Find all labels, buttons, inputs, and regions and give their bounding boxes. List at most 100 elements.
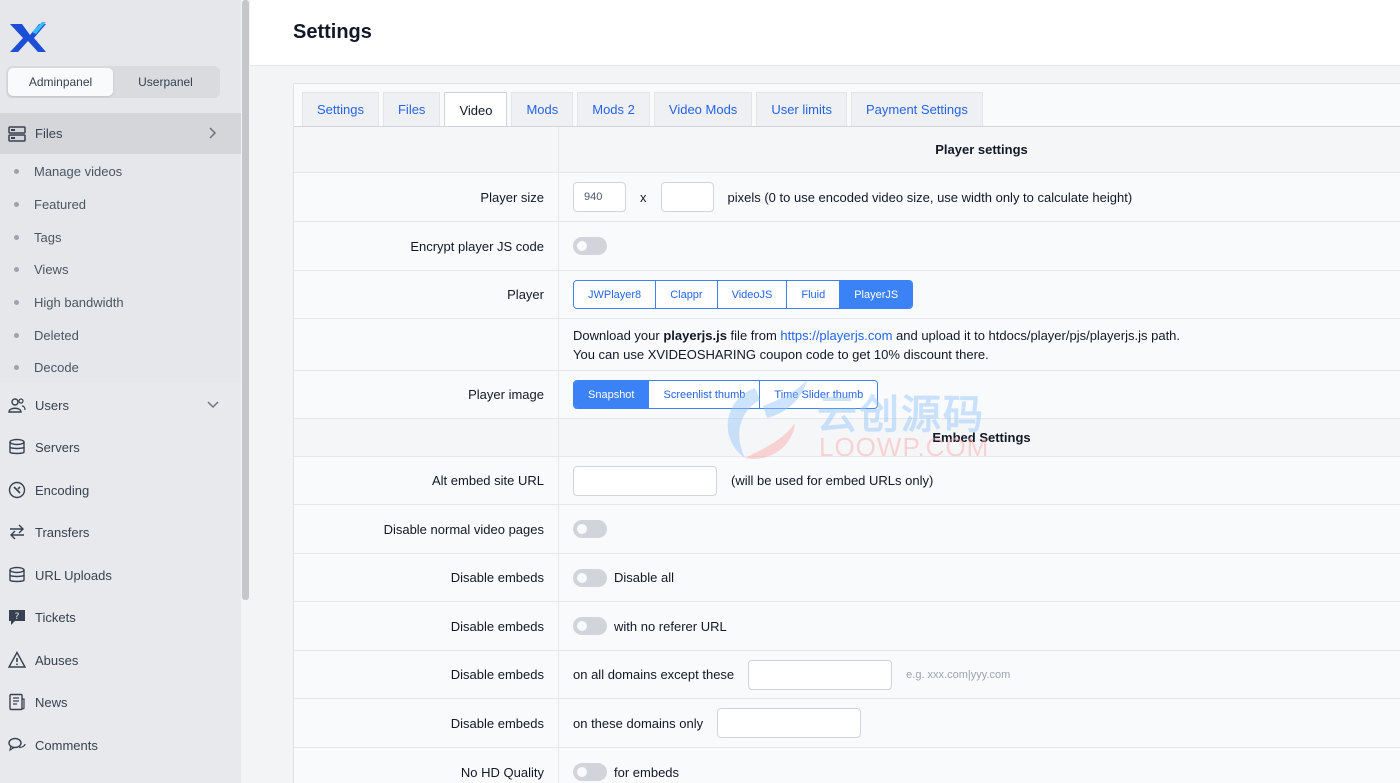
sidebar-scrollbar[interactable] xyxy=(241,0,250,783)
tab-video-mods[interactable]: Video Mods xyxy=(653,92,753,126)
settings-card: Settings Files Video Mods Mods 2 Video M… xyxy=(293,83,1400,783)
sidebar-item-label: Tickets xyxy=(35,609,76,625)
submenu-label: Tags xyxy=(34,229,62,245)
tab-user-limits[interactable]: User limits xyxy=(756,92,847,126)
submenu-item-manage-videos[interactable]: Manage videos xyxy=(0,155,241,187)
sidebar-item-url-uploads[interactable]: URL Uploads xyxy=(0,555,241,595)
submenu-item-views[interactable]: Views xyxy=(0,253,241,285)
files-submenu: Manage videos Featured Tags Views High b… xyxy=(0,154,241,383)
row-label: Encrypt player JS code xyxy=(294,222,559,270)
player-option-videojs[interactable]: VideoJS xyxy=(717,281,788,308)
svg-text:?: ? xyxy=(15,612,20,622)
player-option-jwplayer8[interactable]: JWPlayer8 xyxy=(574,281,657,308)
row-value xyxy=(573,222,607,270)
row-value: JWPlayer8 Clappr VideoJS Fluid PlayerJS xyxy=(573,271,914,318)
row-value: for embeds xyxy=(573,748,679,783)
player-image-option-snapshot[interactable]: Snapshot xyxy=(574,381,650,408)
except-domains-example: e.g. xxx.com|yyy.com xyxy=(906,668,1011,681)
note-text: Download your xyxy=(573,327,664,343)
toggle-caption: for embeds xyxy=(614,764,680,780)
download-note: Download your playerjs.js file from http… xyxy=(573,319,1180,370)
row-encrypt-player: Encrypt player JS code xyxy=(294,222,1400,271)
sidebar-item-label: Encoding xyxy=(35,482,90,498)
player-option-fluid[interactable]: Fluid xyxy=(787,281,841,308)
sidebar-menu: Users Servers Encoding Transfers URL Upl… xyxy=(0,383,241,783)
disable-no-referer-toggle[interactable] xyxy=(573,617,607,635)
row-value: on all domains except these e.g. xxx.com… xyxy=(573,651,1010,698)
player-image-option-screenlist[interactable]: Screenlist thumb xyxy=(649,381,761,408)
tab-mods[interactable]: Mods xyxy=(511,92,574,126)
section-embed-settings: Embed Settings xyxy=(294,419,1400,457)
sidebar-item-servers[interactable]: Servers xyxy=(0,427,241,467)
sidebar-item-encoding[interactable]: Encoding xyxy=(0,470,241,510)
submenu-item-high-bandwidth[interactable]: High bandwidth xyxy=(0,286,241,318)
toggle-caption: with no referer URL xyxy=(614,618,727,634)
row-disable-embeds-all: Disable embeds Disable all xyxy=(294,554,1400,602)
sidebar-item-news[interactable]: News xyxy=(0,682,241,722)
row-label-empty xyxy=(294,319,559,370)
sidebar-item-transfers[interactable]: Transfers xyxy=(0,512,241,552)
row-value: (will be used for embed URLs only) xyxy=(573,457,933,504)
alt-embed-hint: (will be used for embed URLs only) xyxy=(731,473,934,488)
database-icon xyxy=(9,566,25,583)
row-label: Alt embed site URL xyxy=(294,457,559,504)
files-icon xyxy=(8,125,26,142)
scrollbar-thumb[interactable] xyxy=(242,0,249,600)
tab-video[interactable]: Video xyxy=(444,92,508,127)
adminpanel-button[interactable]: Adminpanel xyxy=(8,68,113,96)
note-text: and upload it to htdocs/player/pjs/playe… xyxy=(892,327,1181,343)
only-domains-input[interactable] xyxy=(717,708,862,738)
page-title: Settings xyxy=(293,21,372,43)
download-note-line2: You can use XVIDEOSHARING coupon code to… xyxy=(573,346,989,362)
row-label: Disable embeds xyxy=(294,602,559,650)
submenu-item-tags[interactable]: Tags xyxy=(0,221,241,253)
submenu-label: Manage videos xyxy=(34,163,123,179)
disable-normal-pages-toggle[interactable] xyxy=(573,520,607,538)
player-width-input[interactable]: 940 xyxy=(573,182,626,212)
tab-settings[interactable]: Settings xyxy=(302,92,379,126)
row-label: Player size xyxy=(294,173,559,221)
submenu-item-deleted[interactable]: Deleted xyxy=(0,319,241,351)
alt-embed-url-input[interactable] xyxy=(573,465,717,496)
ticket-icon: ? xyxy=(9,610,25,625)
row-label: Disable embeds xyxy=(294,651,559,698)
download-note-line1: Download your playerjs.js file from http… xyxy=(573,326,1180,345)
row-label: No HD Quality xyxy=(294,748,559,783)
player-image-selector: Snapshot Screenlist thumb Time Slider th… xyxy=(573,380,879,409)
row-player-size: Player size 940 x pixels (0 to use encod… xyxy=(294,173,1400,222)
bullet-icon xyxy=(14,365,19,370)
logo-icon[interactable] xyxy=(8,20,48,54)
playerjs-link[interactable]: https://playerjs.com xyxy=(780,328,892,343)
player-option-playerjs[interactable]: PlayerJS xyxy=(840,281,913,308)
submenu-item-featured[interactable]: Featured xyxy=(0,188,241,220)
sidebar-item-label: Comments xyxy=(35,737,98,753)
tab-payment-settings[interactable]: Payment Settings xyxy=(850,92,983,126)
submenu-item-decode[interactable]: Decode xyxy=(0,351,241,383)
row-label: Disable embeds xyxy=(294,699,559,747)
tab-files[interactable]: Files xyxy=(382,92,441,126)
encrypt-player-toggle[interactable] xyxy=(573,237,607,255)
sidebar-item-comments[interactable]: Comments xyxy=(0,725,241,765)
sidebar-item-abuses[interactable]: Abuses xyxy=(0,640,241,680)
player-image-option-timeslider[interactable]: Time Slider thumb xyxy=(760,381,878,408)
sidebar-item-label: Users xyxy=(35,397,69,413)
row-alt-embed-url: Alt embed site URL (will be used for emb… xyxy=(294,457,1400,505)
section-title: Player settings xyxy=(935,142,1028,157)
sidebar-item-files[interactable]: Files xyxy=(0,113,241,154)
disable-all-embeds-toggle[interactable] xyxy=(573,568,607,587)
sidebar-item-users[interactable]: Users xyxy=(0,385,241,425)
section-title: Embed Settings xyxy=(932,430,1031,445)
bullet-icon xyxy=(14,235,19,240)
except-domains-input[interactable] xyxy=(748,659,893,690)
player-size-hint: pixels (0 to use encoded video size, use… xyxy=(727,189,1133,205)
player-height-input[interactable] xyxy=(660,182,714,212)
player-option-clappr[interactable]: Clappr xyxy=(656,281,718,308)
row-no-hd-quality: No HD Quality for embeds xyxy=(294,748,1400,783)
userpanel-button[interactable]: Userpanel xyxy=(113,68,218,96)
sidebar-item-label: URL Uploads xyxy=(35,567,112,583)
no-hd-embeds-toggle[interactable] xyxy=(573,763,607,781)
tab-mods-2[interactable]: Mods 2 xyxy=(577,92,650,126)
row-value xyxy=(573,505,607,553)
sidebar-item-tickets[interactable]: ? Tickets xyxy=(0,597,241,637)
submenu-label: Deleted xyxy=(34,327,79,343)
